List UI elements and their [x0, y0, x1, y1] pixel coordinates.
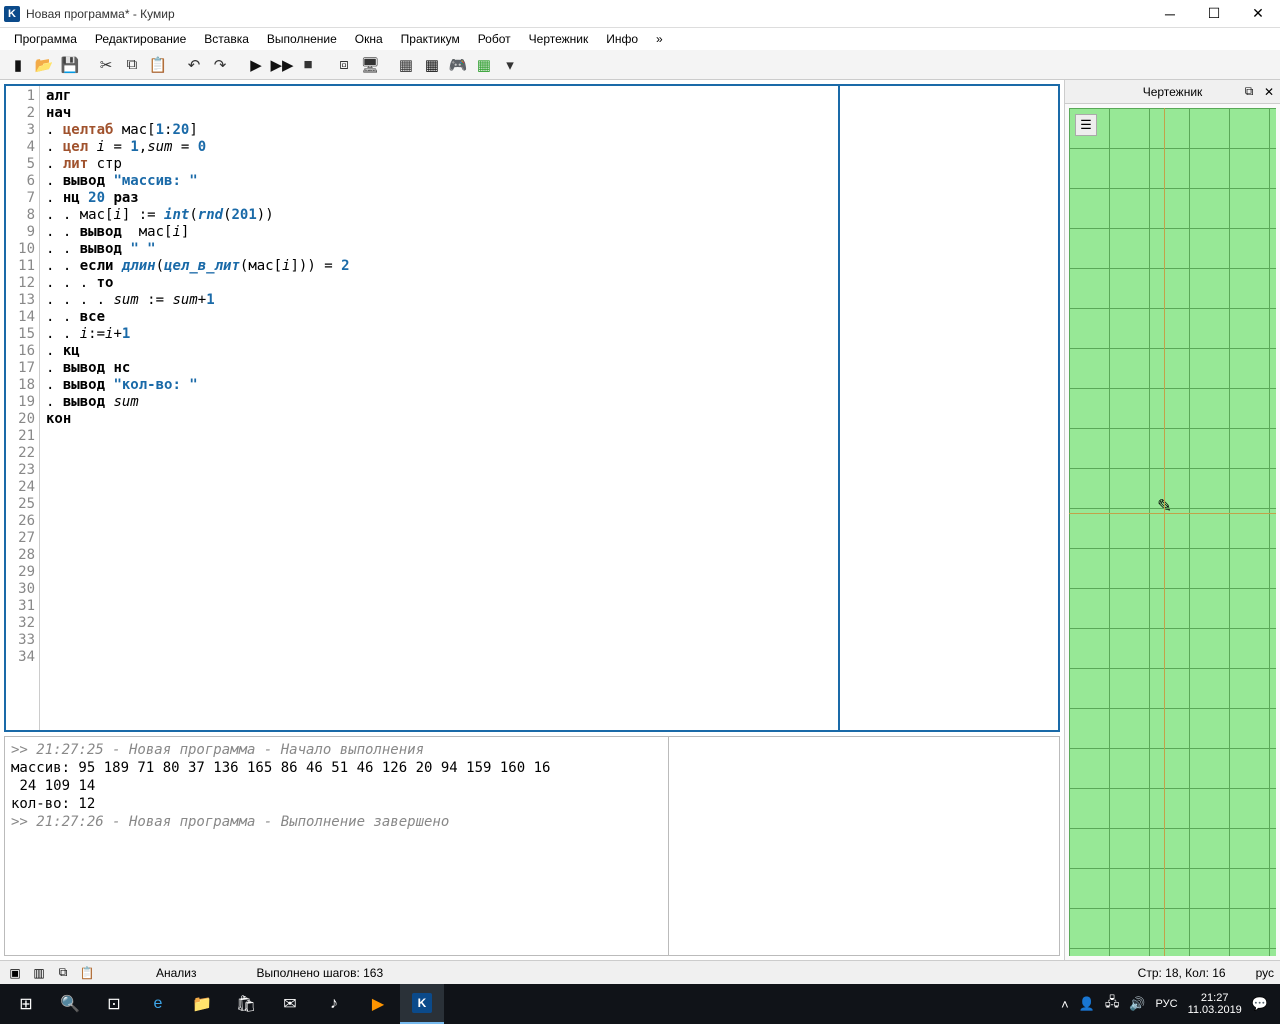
paste-icon[interactable]: 📋: [146, 53, 170, 77]
tray-volume-icon[interactable]: 🔊: [1129, 996, 1145, 1012]
open-file-icon[interactable]: 📂: [32, 53, 56, 77]
menu-insert[interactable]: Вставка: [196, 30, 257, 48]
app-icon: K: [4, 6, 20, 22]
menu-run[interactable]: Выполнение: [259, 30, 345, 48]
sb-console-icon[interactable]: ▣: [6, 964, 24, 982]
editor-margin: [838, 86, 1058, 730]
grid2-icon[interactable]: ▦: [420, 53, 444, 77]
drafter-panel: Чертежник ⧉ ✕ ☰ ✎: [1064, 80, 1280, 960]
line-gutter: 1234567891011121314151617181920212223242…: [6, 86, 40, 730]
redo-icon[interactable]: ↷: [208, 53, 232, 77]
maximize-button[interactable]: ☐: [1192, 0, 1236, 28]
search-icon[interactable]: 🔍: [48, 984, 92, 1024]
minimize-button[interactable]: ─: [1148, 0, 1192, 28]
menu-edit[interactable]: Редактирование: [87, 30, 194, 48]
sb-output-icon[interactable]: ▥: [30, 964, 48, 982]
run-icon[interactable]: ▶: [244, 53, 268, 77]
console: >> 21:27:25 - Новая программа - Начало в…: [4, 736, 1060, 956]
mail-icon[interactable]: ✉: [268, 984, 312, 1024]
tray-people-icon[interactable]: 👤: [1079, 996, 1095, 1012]
store-icon[interactable]: 🛍: [224, 984, 268, 1024]
stop-icon[interactable]: ■: [296, 53, 320, 77]
window-controls: ─ ☐ ✕: [1148, 0, 1280, 28]
sb-lang[interactable]: рус: [1256, 966, 1274, 980]
sb-paste-icon[interactable]: 📋: [78, 964, 96, 982]
kumir-task-icon[interactable]: K: [400, 984, 444, 1024]
drafter-canvas[interactable]: ☰ ✎: [1069, 108, 1276, 956]
menu-program[interactable]: Программа: [6, 30, 85, 48]
panel-title: Чертежник: [1143, 85, 1203, 99]
grid1-icon[interactable]: ▦: [394, 53, 418, 77]
menu-robot[interactable]: Робот: [470, 30, 519, 48]
drafter-menu-icon[interactable]: ☰: [1075, 114, 1097, 136]
editor[interactable]: 1234567891011121314151617181920212223242…: [4, 84, 1060, 732]
panel-maximize-icon[interactable]: ⧉: [1240, 83, 1258, 101]
menubar: Программа Редактирование Вставка Выполне…: [0, 28, 1280, 50]
explorer-icon[interactable]: 📁: [180, 984, 224, 1024]
main-area: 1234567891011121314151617181920212223242…: [0, 80, 1280, 960]
sb-steps: Выполнено шагов: 163: [257, 966, 384, 980]
menu-info[interactable]: Инфо: [598, 30, 646, 48]
close-button[interactable]: ✕: [1236, 0, 1280, 28]
window-title: Новая программа* - Кумир: [26, 7, 1148, 21]
sb-cursor-pos: Стр: 18, Кол: 16: [1138, 966, 1226, 980]
panel-header: Чертежник ⧉ ✕: [1065, 80, 1280, 104]
titlebar: K Новая программа* - Кумир ─ ☐ ✕: [0, 0, 1280, 28]
menu-more[interactable]: »: [648, 30, 671, 48]
menu-drafter[interactable]: Чертежник: [521, 30, 597, 48]
dropdown-icon[interactable]: ▾: [498, 53, 522, 77]
monitor-icon[interactable]: 🖥: [358, 53, 382, 77]
undo-icon[interactable]: ↶: [182, 53, 206, 77]
code-area[interactable]: алгнач. целтаб мас[1:20]. цел i = 1,sum …: [40, 86, 838, 730]
layout-icon[interactable]: ⧈: [332, 53, 356, 77]
save-file-icon[interactable]: 💾: [58, 53, 82, 77]
run-step-icon[interactable]: ▶▶: [270, 53, 294, 77]
start-button[interactable]: ⊞: [4, 984, 48, 1024]
media-icon[interactable]: ▶: [356, 984, 400, 1024]
tray-chevron-icon[interactable]: ˄: [1061, 997, 1069, 1012]
menu-windows[interactable]: Окна: [347, 30, 391, 48]
statusbar: ▣ ▥ ⧉ 📋 Анализ Выполнено шагов: 163 Стр:…: [0, 960, 1280, 984]
toolbar: ▮ 📂 💾 ✂ ⧉ 📋 ↶ ↷ ▶ ▶▶ ■ ⧈ 🖥 ▦ ▦ 🎮 ▦ ▾: [0, 50, 1280, 80]
grid-green-icon[interactable]: ▦: [472, 53, 496, 77]
music-icon[interactable]: ♪: [312, 984, 356, 1024]
copy-icon[interactable]: ⧉: [120, 53, 144, 77]
left-pane: 1234567891011121314151617181920212223242…: [0, 80, 1064, 960]
menu-practicum[interactable]: Практикум: [393, 30, 468, 48]
tray-lang[interactable]: РУС: [1156, 998, 1178, 1010]
taskbar: ⊞ 🔍 ⊡ e 📁 🛍 ✉ ♪ ▶ K ˄ 👤 🖧 🔊 РУС 21:27 11…: [0, 984, 1280, 1024]
console-side: [669, 737, 1059, 955]
cut-icon[interactable]: ✂: [94, 53, 118, 77]
tray-notifications-icon[interactable]: 💬: [1252, 996, 1268, 1012]
controller-icon[interactable]: 🎮: [446, 53, 470, 77]
tray-network-icon[interactable]: 🖧: [1105, 993, 1120, 1015]
console-output[interactable]: >> 21:27:25 - Новая программа - Начало в…: [5, 737, 669, 955]
new-file-icon[interactable]: ▮: [6, 53, 30, 77]
panel-close-icon[interactable]: ✕: [1260, 83, 1278, 101]
edge-icon[interactable]: e: [136, 984, 180, 1024]
taskview-icon[interactable]: ⊡: [92, 984, 136, 1024]
system-tray: ˄ 👤 🖧 🔊 РУС 21:27 11.03.2019 💬: [1053, 992, 1276, 1016]
sb-copy-icon[interactable]: ⧉: [54, 964, 72, 982]
sb-analysis: Анализ: [156, 966, 197, 980]
tray-clock[interactable]: 21:27 11.03.2019: [1188, 992, 1242, 1016]
